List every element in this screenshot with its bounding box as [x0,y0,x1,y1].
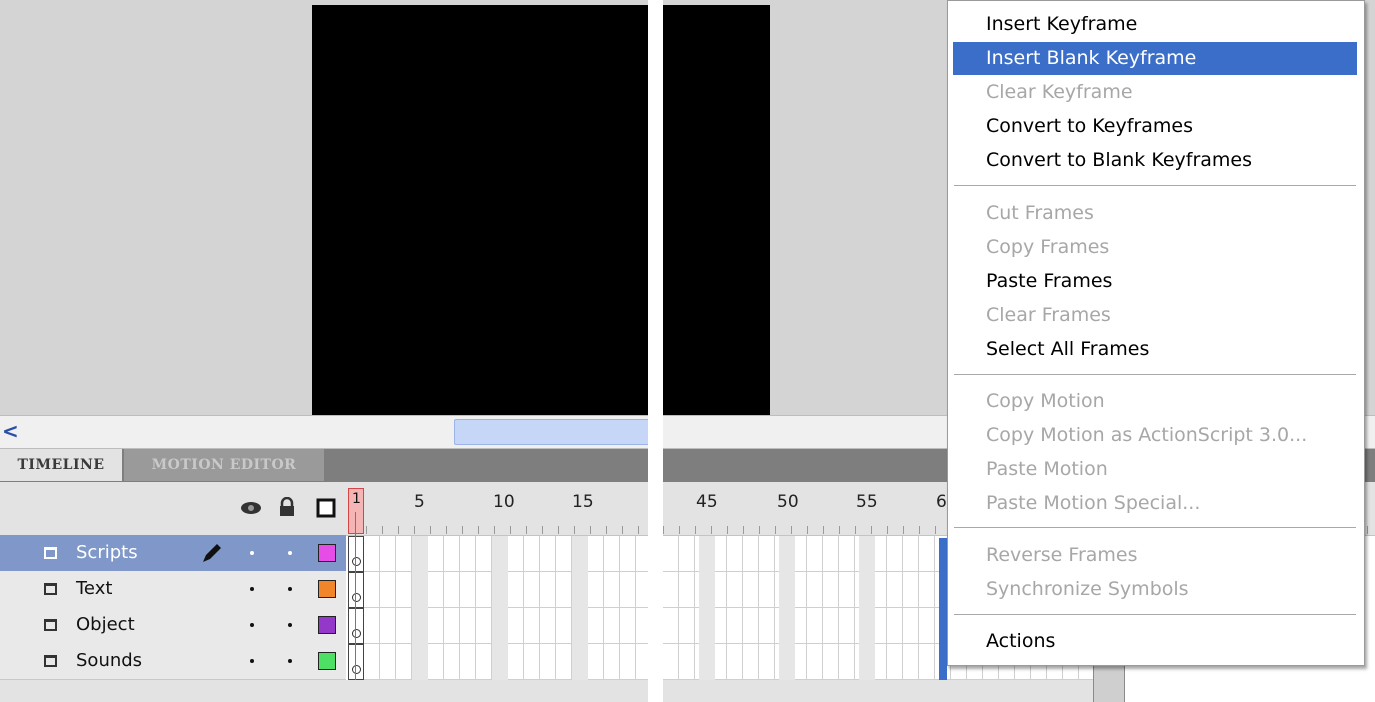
layer-color-swatch[interactable] [318,580,336,598]
outline-square-icon[interactable] [316,498,336,518]
layer-row-object[interactable]: Object [0,607,346,644]
menu-item-reverse-frames[interactable]: Reverse Frames [953,539,1357,572]
layer-row-scripts[interactable]: Scripts [0,535,346,572]
visibility-dot[interactable] [250,659,254,663]
menu-separator [954,527,1356,528]
lock-dot[interactable] [288,659,292,663]
timeline-header: 1 5 10 15 [0,482,648,536]
layer-icon [44,619,57,631]
ruler-label-45: 45 [696,492,718,512]
flash-left-panel: < TIMELINE MOTION EDITOR 1 5 10 15 Scrip… [0,0,648,702]
layer-color-swatch[interactable] [318,652,336,670]
frame-selection-edge[interactable] [939,538,947,680]
lock-dot[interactable] [288,587,292,591]
layer-icon [44,547,57,559]
keyframe-dot [352,665,361,674]
layer-row-text[interactable]: Text [0,571,346,608]
pencil-icon [203,544,221,562]
keyframe-cell[interactable] [348,608,364,644]
menu-item-actions[interactable]: Actions [953,625,1357,658]
layer-color-swatch[interactable] [318,616,336,634]
ruler-label-15: 15 [572,492,594,512]
timeline-footer-right [663,680,1093,702]
menu-item-insert-keyframe[interactable]: Insert Keyframe [953,8,1357,41]
frame-band [699,536,715,680]
frame-band [779,536,795,680]
playhead-frame-label: 1 [352,491,361,507]
layer-row-sounds[interactable]: Sounds [0,643,346,680]
menu-item-convert-to-blank-keyframes[interactable]: Convert to Blank Keyframes [953,144,1357,177]
ruler-label-5: 5 [414,492,425,512]
ruler-label-55: 55 [856,492,878,512]
scrollbar-thumb[interactable] [454,419,648,445]
menu-item-paste-motion[interactable]: Paste Motion [953,453,1357,486]
frame-band [859,536,875,680]
stage-canvas-right[interactable] [663,5,770,415]
menu-item-clear-keyframe[interactable]: Clear Keyframe [953,76,1357,109]
menu-item-copy-motion[interactable]: Copy Motion [953,385,1357,418]
frame-band [412,536,428,680]
layer-icon [44,655,57,667]
layer-color-swatch[interactable] [318,544,336,562]
lock-dot[interactable] [288,623,292,627]
keyframe-dot [352,557,361,566]
layer-name: Object [76,614,135,635]
menu-separator [954,614,1356,615]
playhead-line [355,512,356,702]
timeline-footer [0,680,648,702]
visibility-dot[interactable] [250,551,254,555]
layer-name: Scripts [76,542,138,563]
layer-icon [44,583,57,595]
keyframe-dot [352,629,361,638]
ruler-label-10: 10 [493,492,515,512]
visibility-dot[interactable] [250,623,254,627]
horizontal-scrollbar[interactable]: < [0,415,648,449]
keyframe-cell[interactable] [348,572,364,608]
frame-band [492,536,508,680]
panel-tab-bar: TIMELINE MOTION EDITOR [0,449,648,482]
layer-name: Sounds [76,650,143,671]
tab-timeline[interactable]: TIMELINE [0,449,122,481]
menu-item-copy-motion-as-actionscript[interactable]: Copy Motion as ActionScript 3.0... [953,419,1357,452]
menu-item-copy-frames[interactable]: Copy Frames [953,231,1357,264]
menu-item-convert-to-keyframes[interactable]: Convert to Keyframes [953,110,1357,143]
keyframe-cell[interactable] [348,536,364,572]
ruler-ticks [366,526,648,534]
visibility-dot[interactable] [250,587,254,591]
eye-icon[interactable] [240,500,262,516]
ruler-label-50: 50 [777,492,799,512]
stage-canvas[interactable] [312,5,648,415]
ruler-label-60: 6 [936,492,947,512]
menu-item-paste-frames[interactable]: Paste Frames [953,265,1357,298]
lock-icon[interactable] [278,497,296,517]
layer-name: Text [76,578,113,599]
keyframe-cell[interactable] [348,644,364,680]
frame-band [572,536,588,680]
menu-separator [954,185,1356,186]
lock-dot[interactable] [288,551,292,555]
frame-context-menu: Insert Keyframe Insert Blank Keyframe Cl… [947,0,1365,666]
scroll-left-arrow-icon[interactable]: < [2,419,19,443]
menu-separator [954,374,1356,375]
menu-item-paste-motion-special[interactable]: Paste Motion Special... [953,487,1357,520]
tab-motion-editor[interactable]: MOTION EDITOR [124,449,324,481]
menu-item-cut-frames[interactable]: Cut Frames [953,197,1357,230]
menu-item-insert-blank-keyframe[interactable]: Insert Blank Keyframe [953,42,1357,75]
playhead-handle[interactable]: 1 [348,488,364,534]
menu-item-select-all-frames[interactable]: Select All Frames [953,333,1357,366]
menu-item-clear-frames[interactable]: Clear Frames [953,299,1357,332]
menu-item-synchronize-symbols[interactable]: Synchronize Symbols [953,573,1357,606]
keyframe-dot [352,593,361,602]
